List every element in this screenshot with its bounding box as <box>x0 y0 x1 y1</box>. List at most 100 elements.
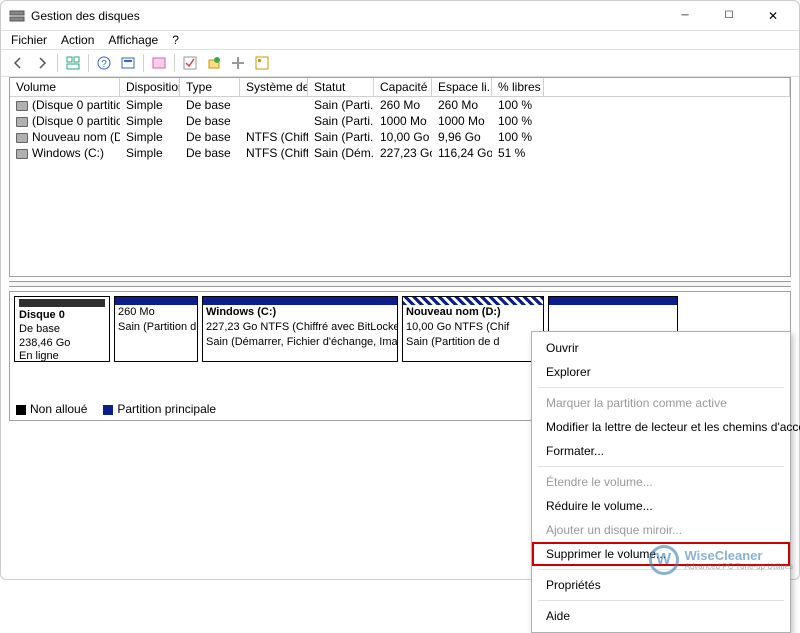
titlebar: Gestion des disques ─ ☐ ✕ <box>1 1 799 31</box>
cell-pct: 51 % <box>492 145 544 161</box>
col-volume[interactable]: Volume <box>10 78 120 97</box>
col-type[interactable]: Type <box>180 78 240 97</box>
partition-line1: 10,00 Go NTFS (Chif <box>403 320 543 335</box>
partition-line1: 227,23 Go NTFS (Chiffré avec BitLocker) <box>203 320 397 335</box>
watermark: W WiseCleaner Advanced PC Tune-up Utilit… <box>649 545 794 575</box>
cell-fs: NTFS (Chiffr... <box>240 129 308 145</box>
svg-text:?: ? <box>101 59 107 70</box>
cell-statut: Sain (Dém... <box>308 145 374 161</box>
cell-type: De base <box>180 97 240 113</box>
menu-affichage[interactable]: Affichage <box>108 33 158 47</box>
menu-help[interactable]: ? <box>172 33 179 47</box>
cell-fs <box>240 113 308 129</box>
context-menu-item[interactable]: Formater... <box>532 439 790 463</box>
cell-pct: 100 % <box>492 97 544 113</box>
col-disposition[interactable]: Disposition <box>120 78 180 97</box>
cell-espace: 116,24 Go <box>432 145 492 161</box>
legend-unallocated: Non alloué <box>30 402 87 416</box>
add-icon[interactable] <box>203 52 225 74</box>
col-espace[interactable]: Espace li... <box>432 78 492 97</box>
cell-statut: Sain (Parti... <box>308 129 374 145</box>
cell-espace: 9,96 Go <box>432 129 492 145</box>
watermark-name: WiseCleaner <box>685 549 794 562</box>
cell-fs: NTFS (Chiffr... <box>240 145 308 161</box>
maximize-button[interactable]: ☐ <box>707 2 751 30</box>
splitter[interactable] <box>9 281 791 287</box>
cell-capacite: 10,00 Go <box>374 129 432 145</box>
partition-line2: Sain (Partition du <box>115 320 197 335</box>
cell-type: De base <box>180 145 240 161</box>
legend-swatch-primary <box>103 405 113 415</box>
close-button[interactable]: ✕ <box>751 2 795 30</box>
table-row[interactable]: Windows (C:)SimpleDe baseNTFS (Chiffr...… <box>10 145 790 161</box>
col-pct[interactable]: % libres <box>492 78 544 97</box>
cell-type: De base <box>180 113 240 129</box>
cell-capacite: 260 Mo <box>374 97 432 113</box>
context-menu-item[interactable]: Ouvrir <box>532 336 790 360</box>
partition-line2: Sain (Démarrer, Fichier d'échange, Image <box>203 335 397 350</box>
col-fs[interactable]: Système de ... <box>240 78 308 97</box>
app-icon <box>9 8 25 24</box>
partition-line2 <box>549 307 677 309</box>
menu-fichier[interactable]: Fichier <box>11 33 47 47</box>
legend-swatch-unallocated <box>16 405 26 415</box>
cell-disposition: Simple <box>120 129 180 145</box>
forward-button[interactable] <box>31 52 53 74</box>
partition[interactable]: Windows (C:)227,23 Go NTFS (Chiffré avec… <box>202 296 398 362</box>
cell-volume: (Disque 0 partition... <box>32 114 120 128</box>
partition-line2: Sain (Partition de d <box>403 335 543 350</box>
cell-espace: 260 Mo <box>432 97 492 113</box>
partition[interactable]: Nouveau nom (D:) 10,00 Go NTFS (ChifSain … <box>402 296 544 362</box>
context-menu: OuvrirExplorer Marquer la partition comme… <box>531 331 791 633</box>
check-icon[interactable] <box>179 52 201 74</box>
refresh-icon[interactable] <box>117 52 139 74</box>
context-menu-separator <box>538 600 784 601</box>
settings-icon[interactable] <box>227 52 249 74</box>
context-menu-item: Marquer la partition comme active <box>532 391 790 415</box>
cell-disposition: Simple <box>120 113 180 129</box>
context-menu-item: Ajouter un disque miroir... <box>532 518 790 542</box>
window-title: Gestion des disques <box>31 9 663 23</box>
cell-capacite: 227,23 Go <box>374 145 432 161</box>
col-statut[interactable]: Statut <box>308 78 374 97</box>
table-row[interactable]: (Disque 0 partition...SimpleDe base Sain … <box>10 113 790 129</box>
menu-action[interactable]: Action <box>61 33 94 47</box>
toolbar-divider <box>143 54 144 72</box>
view-button[interactable] <box>62 52 84 74</box>
cell-capacite: 1000 Mo <box>374 113 432 129</box>
disk-label: Disque 0 <box>19 309 65 321</box>
toolbar-divider <box>57 54 58 72</box>
back-button[interactable] <box>7 52 29 74</box>
disk-type: De base <box>19 323 60 335</box>
partition-title: Nouveau nom (D:) <box>406 306 501 318</box>
col-capacite[interactable]: Capacité <box>374 78 432 97</box>
disk-info[interactable]: Disque 0 De base 238,46 Go En ligne <box>14 296 110 362</box>
action-icon[interactable] <box>148 52 170 74</box>
properties-icon[interactable] <box>251 52 273 74</box>
cell-pct: 100 % <box>492 113 544 129</box>
table-row[interactable]: Nouveau nom (D:)SimpleDe baseNTFS (Chiff… <box>10 129 790 145</box>
minimize-button[interactable]: ─ <box>663 2 707 30</box>
cell-statut: Sain (Parti... <box>308 113 374 129</box>
volume-list-header[interactable]: Volume Disposition Type Système de ... S… <box>10 78 790 97</box>
context-menu-item[interactable]: Réduire le volume... <box>532 494 790 518</box>
toolbar: ? <box>1 49 799 77</box>
context-menu-item[interactable]: Aide <box>532 604 790 628</box>
wisecleaner-logo-icon: W <box>649 545 679 575</box>
partition[interactable]: 260 MoSain (Partition du <box>114 296 198 362</box>
toolbar-divider <box>88 54 89 72</box>
legend-primary: Partition principale <box>117 402 216 416</box>
context-menu-item[interactable]: Modifier la lettre de lecteur et les che… <box>532 415 790 439</box>
volume-list[interactable]: Volume Disposition Type Système de ... S… <box>9 77 791 277</box>
cell-espace: 1000 Mo <box>432 113 492 129</box>
context-menu-item: Étendre le volume... <box>532 470 790 494</box>
table-row[interactable]: (Disque 0 partition...SimpleDe baseSain … <box>10 97 790 113</box>
cell-volume: (Disque 0 partition... <box>32 98 120 112</box>
help-icon[interactable]: ? <box>93 52 115 74</box>
cell-fs <box>240 97 308 113</box>
cell-volume: Nouveau nom (D:) <box>32 130 120 144</box>
context-menu-separator <box>538 466 784 467</box>
partition-line1: 260 Mo <box>115 305 197 320</box>
context-menu-item[interactable]: Propriétés <box>532 573 790 597</box>
context-menu-item[interactable]: Explorer <box>532 360 790 384</box>
